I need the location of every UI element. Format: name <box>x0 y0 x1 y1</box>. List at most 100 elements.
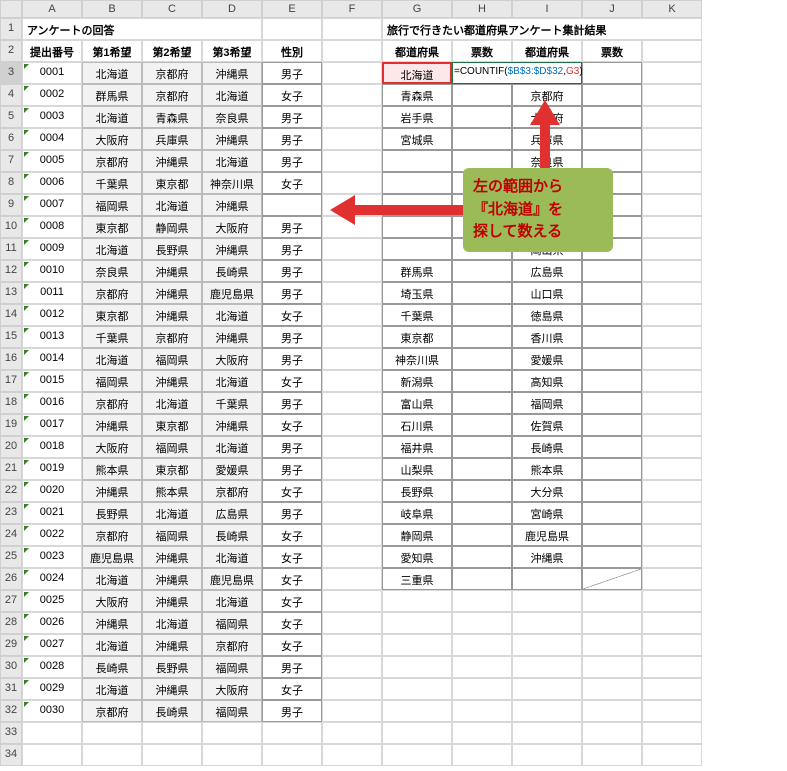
cell-empty[interactable] <box>452 656 512 678</box>
data-cell[interactable]: 沖縄県 <box>202 414 262 436</box>
col-header[interactable]: B <box>82 0 142 18</box>
row-header[interactable]: 8 <box>0 172 22 194</box>
cell-empty[interactable] <box>512 656 582 678</box>
data-cell[interactable]: 千葉県 <box>82 326 142 348</box>
id-cell[interactable]: 0016 <box>22 392 82 414</box>
pref-cell[interactable]: 岩手県 <box>382 106 452 128</box>
count-cell[interactable] <box>582 62 642 84</box>
data-cell[interactable]: 奈良県 <box>202 106 262 128</box>
cell-empty[interactable] <box>322 678 382 700</box>
count-cell[interactable] <box>452 370 512 392</box>
gender-cell[interactable]: 女子 <box>262 370 322 392</box>
row-header[interactable]: 12 <box>0 260 22 282</box>
count-cell[interactable] <box>582 458 642 480</box>
cell-empty[interactable] <box>642 106 702 128</box>
row-header[interactable]: 11 <box>0 238 22 260</box>
pref-cell[interactable]: 香川県 <box>512 326 582 348</box>
cell-empty[interactable] <box>322 414 382 436</box>
cell-empty[interactable] <box>322 348 382 370</box>
row-header[interactable]: 1 <box>0 18 22 40</box>
cell-empty[interactable] <box>642 194 702 216</box>
data-cell[interactable]: 沖縄県 <box>82 414 142 436</box>
cell-empty[interactable] <box>82 744 142 766</box>
cell-empty[interactable] <box>642 634 702 656</box>
row-header[interactable]: 15 <box>0 326 22 348</box>
data-cell[interactable]: 沖縄県 <box>142 634 202 656</box>
cell-empty[interactable] <box>512 700 582 722</box>
pref-cell[interactable]: 東京都 <box>382 326 452 348</box>
row-header[interactable]: 2 <box>0 40 22 62</box>
cell-empty[interactable] <box>322 282 382 304</box>
data-cell[interactable]: 京都府 <box>142 62 202 84</box>
data-cell[interactable]: 沖縄県 <box>82 612 142 634</box>
id-cell[interactable]: 0023 <box>22 546 82 568</box>
gender-cell[interactable]: 女子 <box>262 480 322 502</box>
data-cell[interactable]: 北海道 <box>202 590 262 612</box>
col-header[interactable]: C <box>142 0 202 18</box>
pref-cell[interactable]: 熊本県 <box>512 458 582 480</box>
col-header[interactable]: A <box>22 0 82 18</box>
data-cell[interactable]: 静岡県 <box>142 216 202 238</box>
data-cell[interactable]: 北海道 <box>202 304 262 326</box>
col-header[interactable]: D <box>202 0 262 18</box>
data-cell[interactable]: 長崎県 <box>82 656 142 678</box>
cell-empty[interactable] <box>22 744 82 766</box>
cell-empty[interactable] <box>322 700 382 722</box>
col-header[interactable]: F <box>322 0 382 18</box>
count-cell[interactable] <box>452 436 512 458</box>
data-cell[interactable]: 長野県 <box>142 238 202 260</box>
row-header[interactable]: 20 <box>0 436 22 458</box>
col-header[interactable]: J <box>582 0 642 18</box>
data-cell[interactable]: 神奈川県 <box>202 172 262 194</box>
count-cell[interactable] <box>582 392 642 414</box>
row-header[interactable]: 6 <box>0 128 22 150</box>
gender-cell[interactable]: 男子 <box>262 502 322 524</box>
data-cell[interactable]: 長野県 <box>82 502 142 524</box>
cell-empty[interactable] <box>82 722 142 744</box>
gender-cell[interactable]: 女子 <box>262 524 322 546</box>
id-cell[interactable]: 0027 <box>22 634 82 656</box>
cell-empty[interactable] <box>322 568 382 590</box>
cell-empty[interactable] <box>642 590 702 612</box>
id-cell[interactable]: 0019 <box>22 458 82 480</box>
cell-empty[interactable] <box>642 84 702 106</box>
pref-cell[interactable]: 長崎県 <box>512 436 582 458</box>
id-cell[interactable]: 0004 <box>22 128 82 150</box>
pref-cell[interactable] <box>382 238 452 260</box>
row-header[interactable]: 18 <box>0 392 22 414</box>
col-header[interactable]: G <box>382 0 452 18</box>
cell-empty[interactable] <box>642 546 702 568</box>
data-cell[interactable]: 東京都 <box>142 458 202 480</box>
data-cell[interactable]: 兵庫県 <box>142 128 202 150</box>
count-cell[interactable] <box>582 304 642 326</box>
id-cell[interactable]: 0030 <box>22 700 82 722</box>
data-cell[interactable]: 沖縄県 <box>202 194 262 216</box>
data-cell[interactable]: 福岡県 <box>82 194 142 216</box>
data-cell[interactable]: 東京都 <box>82 304 142 326</box>
cell-empty[interactable] <box>322 744 382 766</box>
data-cell[interactable]: 鹿児島県 <box>202 282 262 304</box>
pref-cell[interactable] <box>512 568 582 590</box>
id-cell[interactable]: 0008 <box>22 216 82 238</box>
data-cell[interactable]: 北海道 <box>82 106 142 128</box>
row-header[interactable]: 29 <box>0 634 22 656</box>
data-cell[interactable]: 大阪府 <box>82 590 142 612</box>
cell-empty[interactable] <box>322 502 382 524</box>
row-header[interactable]: 10 <box>0 216 22 238</box>
id-cell[interactable]: 0007 <box>22 194 82 216</box>
data-cell[interactable]: 北海道 <box>202 436 262 458</box>
gender-cell[interactable]: 男子 <box>262 238 322 260</box>
cell-empty[interactable] <box>382 612 452 634</box>
id-cell[interactable]: 0009 <box>22 238 82 260</box>
gender-cell[interactable]: 男子 <box>262 62 322 84</box>
data-cell[interactable]: 群馬県 <box>82 84 142 106</box>
cell-empty[interactable] <box>642 700 702 722</box>
id-cell[interactable]: 0002 <box>22 84 82 106</box>
cell-empty[interactable] <box>512 612 582 634</box>
pref-cell[interactable]: 埼玉県 <box>382 282 452 304</box>
cell-empty[interactable] <box>582 656 642 678</box>
count-cell[interactable] <box>582 282 642 304</box>
data-cell[interactable]: 北海道 <box>202 546 262 568</box>
pref-cell[interactable]: 沖縄県 <box>512 546 582 568</box>
count-cell[interactable] <box>582 84 642 106</box>
